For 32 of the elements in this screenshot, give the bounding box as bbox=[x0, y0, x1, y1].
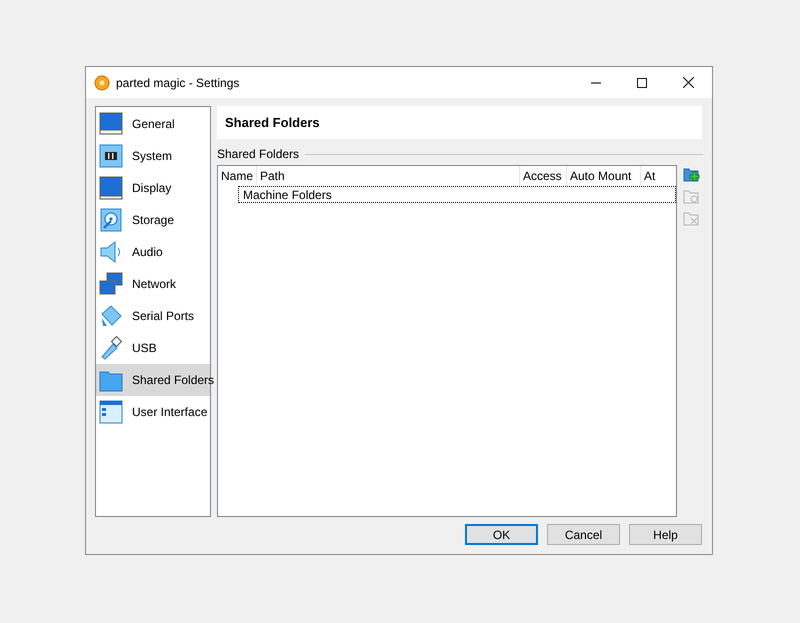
connector-icon bbox=[99, 304, 123, 328]
dialog-button[interactable]: Help bbox=[629, 524, 702, 545]
sidebar-item[interactable]: System bbox=[96, 140, 210, 172]
window-title: parted magic - Settings bbox=[116, 76, 240, 90]
maximize-icon[interactable] bbox=[637, 78, 647, 88]
sidebar-item[interactable]: Audio bbox=[96, 236, 210, 268]
window-icon bbox=[99, 400, 123, 424]
speaker-icon bbox=[99, 240, 123, 264]
sidebar-item[interactable]: Serial Ports bbox=[96, 300, 210, 332]
monitor-icon bbox=[99, 112, 123, 136]
sidebar-item[interactable]: Storage bbox=[96, 204, 210, 236]
dialog-button[interactable]: Cancel bbox=[547, 524, 620, 545]
column-header[interactable]: Auto Mount bbox=[567, 166, 641, 186]
chip-icon bbox=[99, 144, 123, 168]
sidebar-item[interactable]: User Interface bbox=[96, 396, 210, 428]
column-header[interactable]: At bbox=[641, 166, 676, 186]
close-icon[interactable] bbox=[683, 77, 694, 88]
dialog-button[interactable]: OK bbox=[465, 524, 538, 545]
column-header[interactable]: Access bbox=[520, 166, 567, 186]
sidebar-item[interactable]: USB bbox=[96, 332, 210, 364]
column-header[interactable]: Path bbox=[257, 166, 520, 186]
folder-add-icon[interactable] bbox=[683, 166, 700, 183]
monitor-icon bbox=[99, 176, 123, 200]
column-header[interactable]: Name bbox=[218, 166, 257, 186]
sidebar-item[interactable]: Network bbox=[96, 268, 210, 300]
group-label: Shared Folders bbox=[217, 147, 300, 161]
sidebar-item[interactable]: Display bbox=[96, 172, 210, 204]
tree-item[interactable]: Machine Folders bbox=[238, 186, 676, 203]
usb-stick-icon bbox=[99, 336, 123, 360]
page-header: Shared Folders bbox=[217, 106, 702, 139]
sidebar-item[interactable]: General bbox=[96, 108, 210, 140]
network-icon bbox=[99, 272, 123, 296]
